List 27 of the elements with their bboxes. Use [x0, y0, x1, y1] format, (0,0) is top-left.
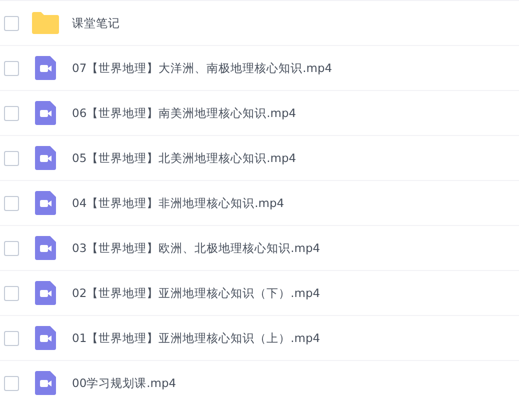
file-name[interactable]: 00学习规划课.mp4: [72, 376, 176, 390]
checkbox[interactable]: [4, 60, 19, 76]
video-file-icon: [35, 281, 56, 305]
video-file-icon: [35, 146, 56, 170]
file-name[interactable]: 06【世界地理】南美洲地理核心知识.mp4: [72, 106, 296, 120]
video-file-icon: [35, 191, 56, 215]
video-file-icon: [35, 56, 56, 80]
file-name[interactable]: 02【世界地理】亚洲地理核心知识（下）.mp4: [72, 286, 320, 300]
checkbox[interactable]: [4, 106, 19, 120]
video-file-icon: [35, 326, 56, 350]
checkbox[interactable]: [4, 150, 19, 166]
file-name[interactable]: 课堂笔记: [72, 16, 120, 30]
folder-icon: [32, 12, 59, 34]
checkbox[interactable]: [4, 196, 19, 210]
file-name[interactable]: 01【世界地理】亚洲地理核心知识（上）.mp4: [72, 330, 320, 346]
video-file-icon: [35, 236, 56, 260]
video-file-icon: [35, 371, 56, 395]
file-name[interactable]: 05【世界地理】北美洲地理核心知识.mp4: [72, 150, 296, 166]
checkbox[interactable]: [4, 330, 19, 346]
checkbox[interactable]: [4, 240, 19, 256]
file-name[interactable]: 04【世界地理】非洲地理核心知识.mp4: [72, 196, 284, 210]
checkbox[interactable]: [4, 286, 19, 300]
file-name[interactable]: 03【世界地理】欧洲、北极地理核心知识.mp4: [72, 240, 320, 256]
video-file-icon: [35, 101, 56, 125]
checkbox[interactable]: [4, 16, 19, 30]
checkbox[interactable]: [4, 376, 19, 390]
file-name[interactable]: 07【世界地理】大洋洲、南极地理核心知识.mp4: [72, 60, 332, 76]
